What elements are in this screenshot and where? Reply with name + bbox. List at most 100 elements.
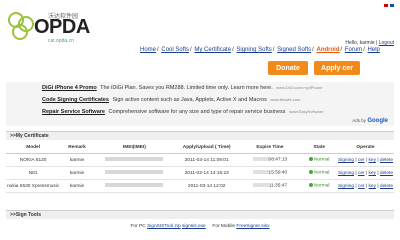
- signing-link[interactable]: Signing: [338, 184, 354, 189]
- cell-state: Normal: [301, 153, 337, 167]
- my-certificate-heading: >>My Certificate: [6, 131, 394, 140]
- nav-cool-softs[interactable]: Cool Softs: [161, 47, 189, 53]
- state-text: Normal: [313, 157, 330, 163]
- cell-imei: [93, 179, 175, 193]
- ad-title[interactable]: Repair Service Software: [42, 109, 105, 115]
- check-icon: [308, 170, 313, 175]
- ad-item: Code Signing Certificates Sign active co…: [42, 97, 300, 103]
- expire-tail: 11:35:47: [268, 183, 288, 189]
- ad-url[interactable]: www.DiGi.com.my/iPhone: [276, 85, 322, 90]
- check-icon: [308, 157, 313, 162]
- col-apply-time: Apply/Upload ( Time): [175, 142, 239, 154]
- cell-state: Normal: [301, 179, 337, 193]
- cell-remark: karmie: [60, 179, 94, 193]
- table-row: NOKIA 6120 karmie 2011-03-14 11:09:01 08…: [6, 153, 394, 167]
- cell-model: nokia 5530 Xpressmusic: [6, 179, 61, 193]
- nav-forum[interactable]: Forum: [345, 47, 362, 53]
- cell-operate: Signing | cer | key | delete: [337, 166, 394, 180]
- expire-tail: 08:47:13: [268, 157, 288, 163]
- cell-imei: [93, 166, 175, 180]
- col-expire-time: Expire Time: [238, 142, 302, 154]
- state-text: Normal: [313, 170, 330, 176]
- logo-rings-icon: [8, 12, 34, 40]
- ads-by-google[interactable]: Ads by Google: [352, 118, 388, 124]
- cell-state: Normal: [301, 166, 337, 180]
- cer-link[interactable]: cer: [358, 171, 365, 176]
- key-link[interactable]: key: [369, 171, 376, 176]
- nav-android[interactable]: Android: [317, 47, 340, 53]
- language-flags: [384, 4, 394, 7]
- hello-text: Hello, karmie: [345, 40, 375, 46]
- table-row: nokia 5530 Xpressmusic karmie 2011-03-14…: [6, 179, 394, 193]
- cell-expire-time: 11:35:47: [238, 179, 302, 193]
- signsistool-zip-link[interactable]: SignSISTool.zip: [147, 224, 181, 229]
- logout-link[interactable]: Logout: [379, 40, 394, 46]
- cell-operate: Signing | cer | key | delete: [337, 179, 394, 193]
- ad-item: DiGi iPhone 4 Promo The iDiGi Plan. Save…: [42, 85, 322, 91]
- donate-button[interactable]: Donate: [268, 61, 308, 75]
- cer-link[interactable]: cer: [358, 158, 365, 163]
- main-nav: Home/ Cool Softs/ My Certificate/ Signin…: [140, 47, 380, 53]
- delete-link[interactable]: delete: [380, 171, 393, 176]
- col-remark: Remark: [60, 142, 94, 154]
- ad-title[interactable]: Code Signing Certificates: [42, 97, 109, 103]
- cell-operate: Signing | cer | key | delete: [337, 153, 394, 167]
- nav-signing-softs[interactable]: Signing Softs: [236, 47, 271, 53]
- ad-item: Repair Service Software Comprehensive so…: [42, 109, 323, 115]
- freesigner-sisx-link[interactable]: FreeSigner.sisx: [236, 224, 269, 229]
- apply-cer-button[interactable]: Apply cer: [314, 61, 360, 75]
- nav-my-certificate[interactable]: My Certificate: [194, 47, 231, 53]
- signsis-exe-link[interactable]: signsis.exe: [182, 224, 206, 229]
- delete-link[interactable]: delete: [380, 184, 393, 189]
- signing-link[interactable]: Signing: [338, 158, 354, 163]
- cer-link[interactable]: cer: [358, 184, 365, 189]
- cell-model: N81: [6, 166, 61, 180]
- china-flag-icon[interactable]: [384, 4, 388, 7]
- logo-domain: car.opda.cn: [48, 38, 74, 44]
- sign-tools-links: For PC SignSISTool.zip signsis.exe For M…: [0, 224, 400, 229]
- for-mobile-label: For Mobile: [212, 224, 236, 229]
- certificate-table: Model Remark IMEI(IMEI) Apply/Upload ( T…: [6, 142, 394, 193]
- opda-logo[interactable]: 沃达软件园 OPDA car.opda.cn: [8, 10, 103, 44]
- ad-desc: The iDiGi Plan. Saves you RM288. Limited…: [100, 85, 273, 91]
- redacted-date: [252, 170, 269, 175]
- ad-url[interactable]: www.EasySoftware: [289, 109, 323, 114]
- signing-link[interactable]: Signing: [338, 171, 354, 176]
- cell-expire-time: 15:59:40: [238, 166, 302, 180]
- redacted-imei: [105, 183, 164, 188]
- redacted-imei: [105, 170, 164, 175]
- expire-tail: 15:59:40: [268, 170, 288, 176]
- ad-title[interactable]: DiGi iPhone 4 Promo: [42, 85, 97, 91]
- adsby-prefix: Ads by: [352, 118, 367, 123]
- cell-remark: karmie: [60, 153, 94, 167]
- cell-model: NOKIA 6120: [6, 153, 61, 167]
- cell-expire-time: 08:47:13: [238, 153, 302, 167]
- redacted-date: [252, 157, 269, 162]
- key-link[interactable]: key: [369, 184, 376, 189]
- ad-desc: Sign active content such as Java, Applet…: [112, 97, 267, 103]
- col-model: Model: [6, 142, 61, 154]
- col-state: State: [301, 142, 337, 154]
- google-logo: Google: [367, 118, 388, 124]
- delete-link[interactable]: delete: [380, 158, 393, 163]
- ad-desc: Comprehensive software for any size and …: [108, 109, 286, 115]
- english-flag-icon[interactable]: [390, 4, 394, 7]
- col-imei: IMEI(IMEI): [93, 142, 175, 154]
- table-row: N81 karmie 2011-03-14 13:16:23 15:59:40 …: [6, 166, 394, 180]
- ad-url[interactable]: www.thawte.com: [270, 97, 300, 102]
- key-link[interactable]: key: [369, 158, 376, 163]
- col-operate: Operate: [337, 142, 394, 154]
- table-header-row: Model Remark IMEI(IMEI) Apply/Upload ( T…: [6, 142, 394, 154]
- ads-panel: DiGi iPhone 4 Promo The iDiGi Plan. Save…: [6, 82, 394, 126]
- state-text: Normal: [313, 183, 330, 189]
- cell-apply-time: 2011-03-14 13:16:23: [175, 166, 239, 180]
- for-pc-label: For PC: [130, 224, 146, 229]
- cell-apply-time: 2011-03-14 11:09:01: [175, 153, 239, 167]
- logo-brand: OPDA: [34, 16, 90, 38]
- redacted-date: [252, 183, 269, 188]
- nav-home[interactable]: Home: [140, 47, 156, 53]
- nav-signed-softs[interactable]: Signed Softs: [277, 47, 311, 53]
- check-icon: [308, 183, 313, 188]
- sign-tools-heading: >>Sign Tools: [6, 210, 394, 219]
- nav-help[interactable]: Help: [368, 47, 380, 53]
